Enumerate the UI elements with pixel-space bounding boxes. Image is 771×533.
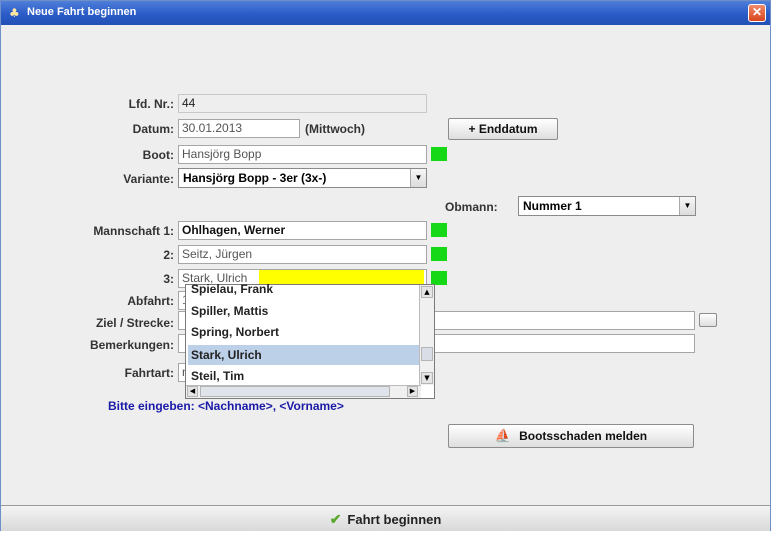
- title-bar[interactable]: ♣ Neue Fahrt beginnen ✕: [1, 1, 770, 25]
- mannschaft-3-status-indicator: [431, 271, 447, 285]
- bootsschaden-label: Bootsschaden melden: [519, 429, 648, 443]
- input-hint: Bitte eingeben: <Nachname>, <Vorname>: [108, 399, 344, 413]
- vertical-scrollbar[interactable]: ▲ ▼: [419, 285, 434, 385]
- autocomplete-popup[interactable]: Spielau, Frank Spiller, Mattis Spring, N…: [185, 282, 435, 399]
- list-item-selected[interactable]: Stark, Ulrich: [188, 345, 420, 365]
- dialog-window: ♣ Neue Fahrt beginnen ✕ Lfd. Nr.: 44 Dat…: [0, 0, 771, 531]
- chevron-down-icon[interactable]: ▼: [679, 197, 695, 215]
- fahrt-beginnen-label: Fahrt beginnen: [347, 512, 442, 527]
- mannschaft-3-label: 3:: [163, 272, 174, 286]
- weekday-label: (Mittwoch): [305, 122, 365, 136]
- boot-label: Boot:: [142, 148, 174, 162]
- bemerkungen-label: Bemerkungen:: [89, 338, 174, 352]
- mannschaft-1-status-indicator: [431, 223, 447, 237]
- list-item[interactable]: Spielau, Frank: [188, 279, 420, 299]
- mannschaft-2-status-indicator: [431, 247, 447, 261]
- obmann-select[interactable]: Nummer 1 ▼: [518, 196, 696, 216]
- chevron-down-icon[interactable]: ▼: [410, 169, 426, 187]
- mannschaft-1-label: Mannschaft 1:: [93, 224, 174, 238]
- scroll-down-icon[interactable]: ▼: [421, 372, 433, 384]
- mannschaft-2-field[interactable]: Seitz, Jürgen: [178, 245, 427, 264]
- boot-field[interactable]: Hansjörg Bopp: [178, 145, 427, 164]
- enddatum-button[interactable]: + Enddatum: [448, 118, 558, 140]
- variante-select[interactable]: Hansjörg Bopp - 3er (3x-) ▼: [178, 168, 427, 188]
- scroll-left-icon[interactable]: ◀: [187, 386, 198, 397]
- app-icon: ♣: [9, 6, 20, 20]
- bootsschaden-button[interactable]: ⛵ Bootsschaden melden: [448, 424, 694, 448]
- mannschaft-1-field[interactable]: Ohlhagen, Werner: [178, 221, 427, 240]
- obmann-value: Nummer 1: [523, 199, 582, 213]
- ziel-label: Ziel / Strecke:: [95, 316, 174, 330]
- boot-status-indicator: [431, 147, 447, 161]
- fahrt-beginnen-button[interactable]: ✔ Fahrt beginnen: [1, 505, 770, 531]
- scroll-thumb[interactable]: [421, 347, 433, 361]
- list-item[interactable]: Spring, Norbert: [188, 322, 420, 342]
- list-item[interactable]: Steil, Tim: [188, 366, 420, 386]
- scroll-thumb-horizontal[interactable]: [200, 386, 390, 397]
- rowing-boat-icon: ⛵: [494, 428, 512, 443]
- ziel-more-button[interactable]: [699, 313, 717, 327]
- scroll-right-icon[interactable]: ▶: [407, 386, 418, 397]
- datum-label: Datum:: [132, 122, 174, 136]
- lfd-nr-field: 44: [178, 94, 427, 113]
- variante-value: Hansjörg Bopp - 3er (3x-): [183, 171, 327, 185]
- abfahrt-label: Abfahrt:: [127, 294, 174, 308]
- fahrtart-label: Fahrtart:: [124, 366, 174, 380]
- obmann-label: Obmann:: [445, 200, 498, 214]
- list-item[interactable]: Spiller, Mattis: [188, 301, 420, 321]
- close-icon: ✕: [751, 5, 763, 19]
- check-icon: ✔: [329, 511, 342, 527]
- window-title: Neue Fahrt beginnen: [27, 6, 137, 18]
- datum-field[interactable]: 30.01.2013: [178, 119, 300, 138]
- scroll-up-icon[interactable]: ▲: [421, 286, 433, 298]
- lfd-nr-label: Lfd. Nr.:: [128, 97, 174, 111]
- horizontal-scrollbar[interactable]: ◀ ▶: [186, 385, 421, 398]
- close-button[interactable]: ✕: [748, 4, 766, 22]
- variante-label: Variante:: [123, 172, 174, 186]
- mannschaft-2-label: 2:: [163, 248, 174, 262]
